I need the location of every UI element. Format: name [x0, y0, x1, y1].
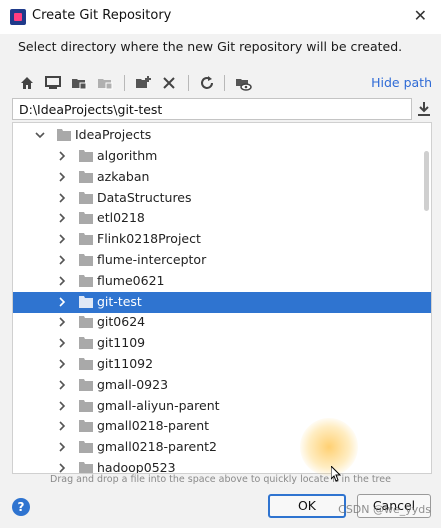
tree-item-label: hadoop0523 — [97, 460, 176, 474]
tree-item[interactable]: hadoop0523 — [13, 458, 431, 474]
chevron-right-icon[interactable] — [55, 274, 69, 288]
tree-item[interactable]: git11092 — [13, 354, 431, 375]
folder-icon — [79, 378, 93, 391]
tree-item[interactable]: git0624 — [13, 312, 431, 333]
tree-item[interactable]: etl0218 — [13, 208, 431, 229]
tree-item[interactable]: gmall-aliyun-parent — [13, 396, 431, 417]
watermark: CSDN @we_yyds — [338, 503, 431, 516]
tree-item-label: etl0218 — [97, 210, 145, 226]
tree-item[interactable]: git1109 — [13, 333, 431, 354]
desktop-icon[interactable] — [44, 74, 62, 92]
folder-icon — [79, 316, 93, 329]
file-chooser-toolbar: Hide path — [12, 72, 432, 94]
folder-icon — [79, 150, 93, 162]
app-logo-icon — [10, 9, 26, 25]
folder-icon — [79, 233, 93, 246]
delete-icon[interactable] — [160, 74, 178, 92]
folder-icon — [57, 129, 71, 141]
chevron-right-icon[interactable] — [55, 295, 69, 309]
tree-item-label: git11092 — [97, 356, 154, 371]
download-icon[interactable] — [416, 100, 432, 118]
chevron-right-icon[interactable] — [55, 378, 69, 392]
tree-item-label: DataStructures — [97, 189, 192, 205]
folder-icon — [79, 295, 93, 308]
chevron-right-icon[interactable] — [55, 440, 69, 454]
refresh-icon[interactable] — [198, 74, 216, 92]
chevron-right-icon[interactable] — [55, 399, 69, 413]
chevron-right-icon[interactable] — [55, 336, 69, 350]
tree-item-label: gmall-0923 — [97, 376, 169, 392]
tree-item[interactable]: algorithm — [13, 146, 431, 167]
chevron-right-icon[interactable] — [55, 149, 69, 163]
tree-item[interactable]: flume-interceptor — [13, 250, 431, 271]
chevron-right-icon[interactable] — [55, 315, 69, 329]
module-folder-icon[interactable] — [96, 74, 114, 92]
tree-item-label: git-test — [97, 293, 142, 309]
tree-item-label: gmall-aliyun-parent — [97, 397, 220, 413]
folder-icon — [79, 462, 93, 473]
folder-icon — [79, 274, 93, 287]
folder-icon — [79, 170, 93, 183]
tree-item-label: flume-interceptor — [97, 252, 207, 267]
toolbar-separator — [124, 75, 125, 91]
home-icon[interactable] — [18, 74, 36, 92]
dialog-description: Select directory where the new Git repos… — [18, 39, 403, 54]
help-button[interactable]: ? — [12, 498, 30, 516]
window-title: Create Git Repository — [32, 8, 172, 23]
tree-item-label: git1109 — [97, 335, 146, 351]
project-folder-icon[interactable] — [70, 74, 88, 92]
chevron-right-icon[interactable] — [55, 232, 69, 246]
tree-item[interactable]: gmall0218-parent — [13, 416, 431, 437]
folder-icon — [79, 254, 93, 266]
show-hidden-icon[interactable] — [234, 74, 252, 92]
folder-icon — [79, 337, 93, 350]
tree-item[interactable]: DataStructures — [13, 188, 431, 209]
tree-item[interactable]: gmall0218-parent2 — [13, 437, 431, 458]
folder-icon — [79, 358, 93, 370]
chevron-right-icon[interactable] — [55, 170, 69, 184]
close-icon[interactable]: ✕ — [414, 6, 427, 25]
ok-button[interactable]: OK — [268, 494, 346, 518]
new-folder-icon[interactable] — [134, 74, 152, 92]
drag-drop-hint: Drag and drop a file into the space abov… — [50, 474, 391, 485]
tree-item-label: gmall0218-parent2 — [97, 439, 217, 455]
tree-item-label: algorithm — [97, 148, 158, 163]
tree-item[interactable]: azkaban — [13, 167, 431, 188]
chevron-right-icon[interactable] — [55, 253, 69, 267]
tree-item[interactable]: gmall-0923 — [13, 375, 431, 396]
folder-icon — [79, 420, 93, 433]
toolbar-separator — [188, 75, 189, 91]
tree-item[interactable]: git-test — [13, 291, 431, 313]
cursor-highlight — [300, 418, 358, 476]
chevron-right-icon[interactable] — [55, 211, 69, 225]
tree-item-label: IdeaProjects — [75, 127, 152, 142]
tree-item-label: gmall0218-parent — [97, 418, 210, 434]
tree-item[interactable]: Flink0218Project — [13, 229, 431, 250]
folder-icon — [79, 399, 93, 412]
tree-item-label: git0624 — [97, 314, 146, 330]
chevron-right-icon[interactable] — [55, 191, 69, 205]
chevron-right-icon[interactable] — [55, 357, 69, 371]
chevron-down-icon[interactable] — [33, 128, 47, 142]
folder-icon — [79, 212, 93, 225]
tree-item-label: flume0621 — [97, 272, 165, 288]
toolbar-separator — [224, 75, 225, 91]
chevron-right-icon[interactable] — [55, 461, 69, 474]
mouse-cursor-icon — [331, 466, 341, 482]
chevron-right-icon[interactable] — [55, 419, 69, 433]
directory-tree[interactable]: IdeaProjects algorithm azkaban DataStructu… — [12, 122, 432, 474]
tree-item-label: azkaban — [97, 168, 150, 184]
hide-path-link[interactable]: Hide path — [371, 75, 432, 90]
folder-icon — [79, 441, 93, 454]
folder-icon — [79, 191, 93, 204]
tree-item[interactable]: flume0621 — [13, 271, 431, 292]
tree-item-label: Flink0218Project — [97, 231, 201, 247]
title-bar: Create Git Repository ✕ — [0, 0, 441, 34]
path-field[interactable] — [12, 98, 412, 120]
tree-root-item[interactable]: IdeaProjects — [13, 125, 431, 146]
